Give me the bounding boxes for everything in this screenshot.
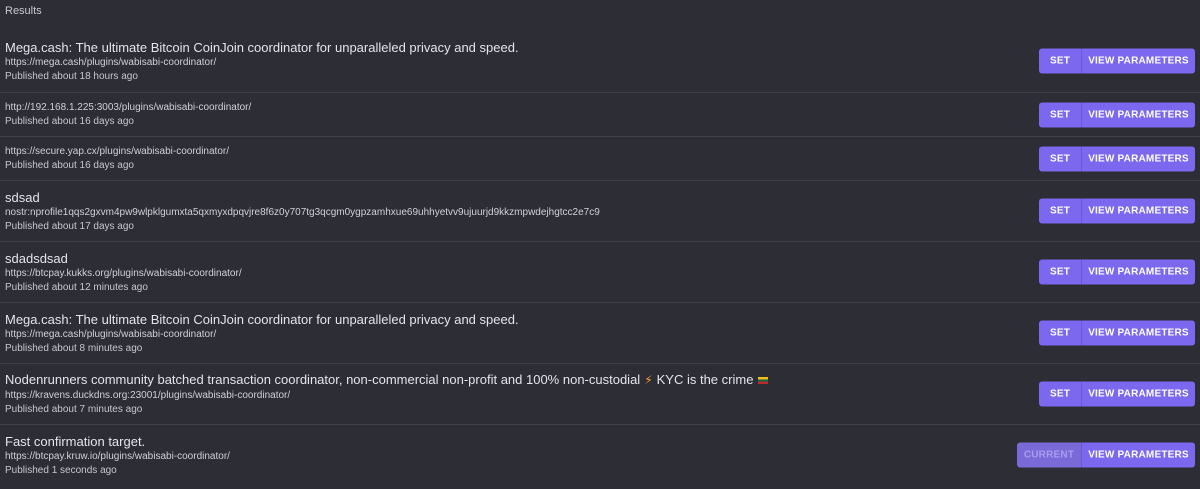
published-time: Published about 16 days ago — [5, 115, 134, 127]
coordinator-title: Mega.cash: The ultimate Bitcoin CoinJoin… — [5, 311, 519, 327]
coordinator-list: Mega.cash: The ultimate Bitcoin CoinJoin… — [0, 30, 1200, 485]
action-buttons: SET VIEW PARAMETERS — [1039, 146, 1195, 171]
published-time: Published about 18 hours ago — [5, 70, 138, 82]
list-item: Nodenrunners community batched transacti… — [0, 364, 1200, 425]
set-button[interactable]: SET — [1039, 146, 1082, 171]
coordinator-url: nostr:nprofile1qqs2gxvm4pw9wlpklgumxta5q… — [5, 206, 600, 218]
list-item-info: sdadsdsad https://btcpay.kukks.org/plugi… — [5, 242, 960, 302]
current-button: CURRENT — [1017, 442, 1082, 468]
list-item: http://192.168.1.225:3003/plugins/wabisa… — [0, 93, 1200, 137]
view-parameters-button[interactable]: VIEW PARAMETERS — [1082, 198, 1195, 224]
published-time: Published about 12 minutes ago — [5, 281, 148, 293]
action-buttons: SET VIEW PARAMETERS — [1039, 102, 1195, 127]
list-item: Mega.cash: The ultimate Bitcoin CoinJoin… — [0, 30, 1200, 93]
action-buttons: SET VIEW PARAMETERS — [1039, 48, 1195, 74]
results-heading: Results — [5, 5, 42, 17]
action-buttons: SET VIEW PARAMETERS — [1039, 320, 1195, 346]
coordinator-url: http://192.168.1.225:3003/plugins/wabisa… — [5, 101, 252, 113]
list-item-info: Mega.cash: The ultimate Bitcoin CoinJoin… — [5, 30, 960, 92]
set-button[interactable]: SET — [1039, 381, 1082, 407]
coordinator-url: https://btcpay.kukks.org/plugins/wabisab… — [5, 267, 242, 279]
lightning-bolt-icon: ⚡ — [644, 373, 653, 387]
set-button[interactable]: SET — [1039, 198, 1082, 224]
action-buttons: SET VIEW PARAMETERS — [1039, 198, 1195, 224]
coordinator-title: Fast confirmation target. — [5, 433, 146, 449]
published-time: Published 1 seconds ago — [5, 464, 117, 476]
published-time: Published about 17 days ago — [5, 220, 134, 232]
coordinator-url: https://mega.cash/plugins/wabisabi-coord… — [5, 56, 217, 68]
set-button[interactable]: SET — [1039, 48, 1082, 74]
view-parameters-button[interactable]: VIEW PARAMETERS — [1082, 259, 1195, 285]
published-time: Published about 16 days ago — [5, 159, 134, 171]
coordinator-title: Mega.cash: The ultimate Bitcoin CoinJoin… — [5, 39, 519, 55]
list-item: Mega.cash: The ultimate Bitcoin CoinJoin… — [0, 303, 1200, 364]
published-time: Published about 7 minutes ago — [5, 404, 143, 415]
list-item-info: sdsad nostr:nprofile1qqs2gxvm4pw9wlpklgu… — [5, 181, 960, 241]
action-buttons: SET VIEW PARAMETERS — [1039, 381, 1195, 407]
set-button[interactable]: SET — [1039, 102, 1082, 127]
list-item-info: https://secure.yap.cx/plugins/wabisabi-c… — [5, 137, 960, 180]
view-parameters-button[interactable]: VIEW PARAMETERS — [1082, 381, 1195, 407]
list-item: Fast confirmation target. https://btcpay… — [0, 425, 1200, 485]
coordinator-url: https://secure.yap.cx/plugins/wabisabi-c… — [5, 145, 230, 157]
list-item: https://secure.yap.cx/plugins/wabisabi-c… — [0, 137, 1200, 181]
list-item: sdsad nostr:nprofile1qqs2gxvm4pw9wlpklgu… — [0, 181, 1200, 242]
published-time: Published about 8 minutes ago — [5, 342, 143, 354]
list-item-info: Nodenrunners community batched transacti… — [5, 364, 960, 424]
view-parameters-button[interactable]: VIEW PARAMETERS — [1082, 442, 1195, 468]
view-parameters-button[interactable]: VIEW PARAMETERS — [1082, 102, 1195, 127]
action-buttons: CURRENT VIEW PARAMETERS — [1017, 442, 1195, 468]
coordinator-url: https://kravens.duckdns.org:23001/plugin… — [5, 390, 291, 401]
list-item-info: http://192.168.1.225:3003/plugins/wabisa… — [5, 93, 960, 136]
coordinator-title-suffix: KYC is the crime — [656, 372, 754, 387]
view-parameters-button[interactable]: VIEW PARAMETERS — [1082, 146, 1195, 171]
flag-icon — [758, 377, 769, 385]
action-buttons: SET VIEW PARAMETERS — [1039, 259, 1195, 285]
list-item-info: Fast confirmation target. https://btcpay… — [5, 425, 960, 485]
list-item-info: Mega.cash: The ultimate Bitcoin CoinJoin… — [5, 303, 960, 363]
view-parameters-button[interactable]: VIEW PARAMETERS — [1082, 320, 1195, 346]
coordinator-title: Nodenrunners community batched transacti… — [5, 371, 960, 389]
view-parameters-button[interactable]: VIEW PARAMETERS — [1082, 48, 1195, 74]
set-button[interactable]: SET — [1039, 259, 1082, 285]
list-item: sdadsdsad https://btcpay.kukks.org/plugi… — [0, 242, 1200, 303]
coordinator-title: sdsad — [5, 189, 40, 205]
coordinator-url: https://mega.cash/plugins/wabisabi-coord… — [5, 328, 217, 340]
coordinator-title: sdadsdsad — [5, 250, 68, 266]
coordinator-url: https://btcpay.kruw.io/plugins/wabisabi-… — [5, 450, 230, 462]
coordinator-title-text: Nodenrunners community batched transacti… — [5, 372, 641, 387]
set-button[interactable]: SET — [1039, 320, 1082, 346]
